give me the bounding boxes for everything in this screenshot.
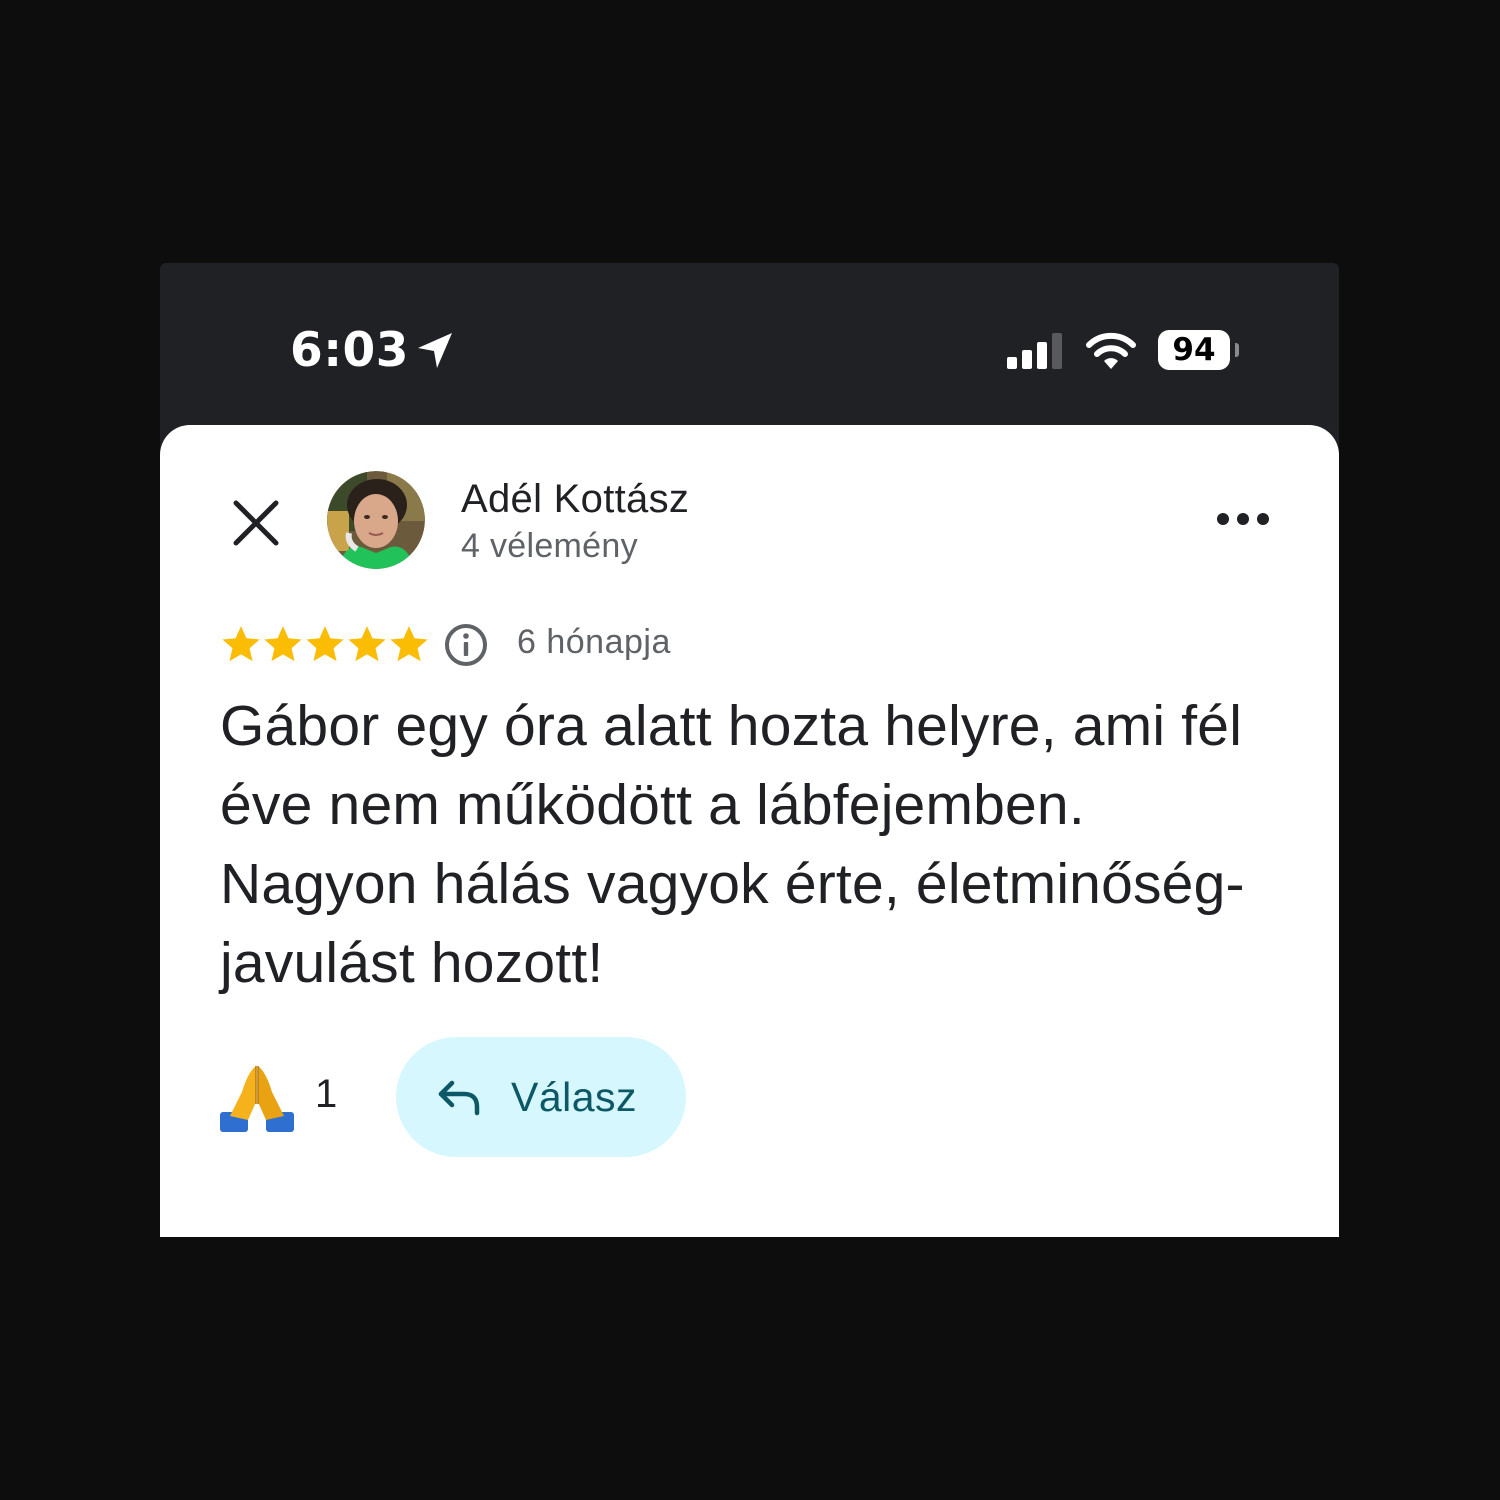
star-icon	[264, 626, 302, 662]
battery-level: 94	[1158, 330, 1230, 370]
battery-tip	[1235, 343, 1239, 357]
reply-button[interactable]: Válasz	[396, 1037, 686, 1157]
review-card: Adél Kottász 4 vélemény 6 hónapja Gábor …	[160, 425, 1339, 1237]
status-bar: 6:03 94	[160, 263, 1339, 425]
author-name[interactable]: Adél Kottász	[461, 477, 689, 522]
close-icon[interactable]	[228, 495, 284, 551]
star-icon	[306, 626, 344, 662]
avatar[interactable]	[327, 471, 425, 569]
reaction-count: 1	[315, 1072, 338, 1116]
phone-screen: 6:03 94 Adél Kottász 4 vélemény 6 hónapj…	[160, 263, 1339, 1237]
folded-hands-emoji-icon[interactable]	[218, 1062, 296, 1134]
cellular-signal-icon	[1007, 333, 1062, 369]
star-rating	[220, 619, 430, 667]
reply-button-label: Válasz	[511, 1074, 638, 1120]
review-text: Gábor egy óra alatt hozta helyre, ami fé…	[220, 694, 1245, 995]
status-time: 6:03	[290, 323, 409, 378]
more-horizontal-icon[interactable]	[1210, 497, 1276, 541]
star-icon	[348, 626, 386, 662]
reply-arrow-icon	[438, 1080, 480, 1116]
info-icon[interactable]	[442, 621, 490, 669]
star-icon	[390, 626, 428, 662]
battery-indicator: 94	[1158, 330, 1239, 372]
location-arrow-icon	[418, 333, 452, 368]
author-review-count: 4 vélemény	[461, 527, 638, 565]
review-age: 6 hónapja	[517, 623, 671, 661]
wifi-icon	[1086, 332, 1136, 369]
star-icon	[222, 626, 260, 662]
